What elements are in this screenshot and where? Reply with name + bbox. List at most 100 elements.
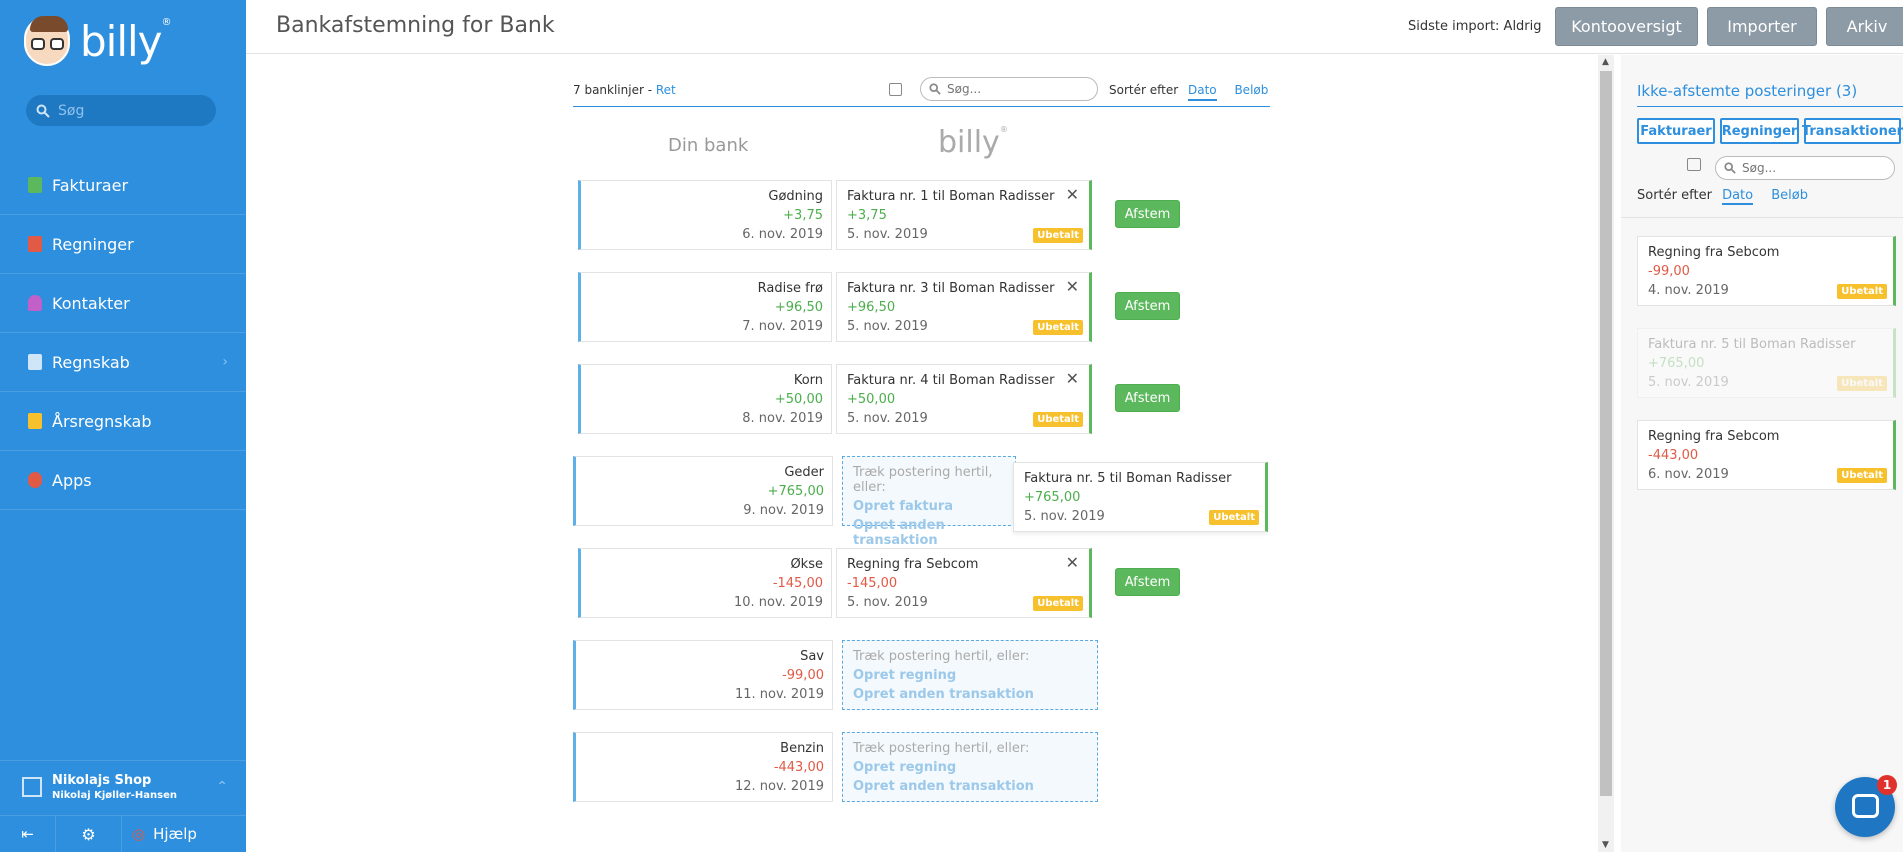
create-invoice-link[interactable]: Opret faktura <box>853 499 1015 514</box>
sidebar-item-label: Regninger <box>52 234 134 254</box>
create-other-transaction-link[interactable]: Opret anden transaktion <box>853 779 1097 794</box>
building-icon <box>22 776 42 797</box>
lifebuoy-icon: ◎ <box>132 825 146 843</box>
close-icon[interactable]: ✕ <box>1066 185 1079 204</box>
billy-column-logo: billy <box>938 125 1000 160</box>
panel-sort-controls: Sortér efter Dato Beløb <box>1637 188 1808 205</box>
filter-fakturaer-button[interactable]: Fakturaer <box>1637 118 1715 144</box>
unreconciled-entry[interactable]: Regning fra Sebcom -443,00 6. nov. 2019 … <box>1637 420 1896 490</box>
logout-button[interactable]: ⇤ <box>0 815 56 852</box>
close-icon[interactable]: ✕ <box>1066 277 1079 296</box>
page-title: Bankafstemning for Bank <box>276 13 555 38</box>
afstem-button[interactable]: Afstem <box>1115 292 1180 320</box>
scroll-down-icon[interactable]: ▼ <box>1602 840 1609 850</box>
filter-icon[interactable] <box>889 83 902 96</box>
sort-date[interactable]: Dato <box>1722 188 1754 205</box>
bank-line-card[interactable]: Benzin -443,00 12. nov. 2019 <box>573 732 833 802</box>
afstem-button[interactable]: Afstem <box>1115 384 1180 412</box>
match-card[interactable]: Faktura nr. 3 til Boman Radisser +96,50 … <box>836 272 1092 342</box>
company-name: Nikolajs Shop <box>52 772 152 788</box>
bank-line-card[interactable]: Økse -145,00 10. nov. 2019 <box>578 548 832 618</box>
list-search-input[interactable] <box>947 82 1087 96</box>
sidebar-item-arsregnskab[interactable]: Årsregnskab <box>0 392 246 451</box>
sidebar-item-fakturaer[interactable]: Fakturaer <box>0 156 246 215</box>
create-bill-link[interactable]: Opret regning <box>853 668 1097 683</box>
importer-button[interactable]: Importer <box>1707 7 1817 46</box>
drop-zone[interactable]: Træk postering hertil, eller: Opret fakt… <box>842 456 1016 548</box>
bank-line-card[interactable]: Radise frø +96,50 7. nov. 2019 <box>578 272 832 342</box>
status-badge: Ubetalt <box>1033 596 1083 611</box>
help-button[interactable]: ◎ Hjælp <box>122 816 246 852</box>
panel-search[interactable] <box>1715 156 1895 180</box>
list-search[interactable] <box>920 77 1098 101</box>
panel-search-input[interactable] <box>1742 161 1882 175</box>
match-amount: +50,00 <box>847 392 896 407</box>
match-card[interactable]: Regning fra Sebcom -145,00 5. nov. 2019 … <box>836 548 1092 618</box>
drop-zone[interactable]: Træk postering hertil, eller: Opret regn… <box>842 732 1098 802</box>
bank-line-card[interactable]: Sav -99,00 11. nov. 2019 <box>573 640 833 710</box>
afstem-button[interactable]: Afstem <box>1115 568 1180 596</box>
bank-line-amount: +50,00 <box>774 392 823 407</box>
unreconciled-entry[interactable]: Faktura nr. 5 til Boman Radisser +765,00… <box>1637 328 1896 398</box>
sidebar-search[interactable] <box>26 95 216 126</box>
create-bill-link[interactable]: Opret regning <box>853 760 1097 775</box>
kontooversigt-button[interactable]: Kontooversigt <box>1555 7 1698 46</box>
dragged-entry-card[interactable]: Faktura nr. 5 til Boman Radisser +765,00… <box>1013 462 1268 532</box>
entry-title: Regning fra Sebcom <box>1648 245 1780 260</box>
bank-line-date: 11. nov. 2019 <box>734 687 824 702</box>
filter-transaktioner-button[interactable]: Transaktioner <box>1802 118 1903 144</box>
sort-amount[interactable]: Beløb <box>1771 188 1808 203</box>
bank-line-date: 9. nov. 2019 <box>743 503 824 518</box>
scrollbar-thumb[interactable] <box>1600 71 1612 796</box>
close-icon[interactable]: ✕ <box>1066 553 1079 572</box>
sort-date[interactable]: Dato <box>1187 83 1217 101</box>
bank-line-card[interactable]: Geder +765,00 9. nov. 2019 <box>573 456 833 526</box>
sidebar-nav: Fakturaer Regninger Kontakter Regnskab ›… <box>0 156 246 510</box>
scroll-up-icon[interactable]: ▲ <box>1602 57 1609 67</box>
status-badge: Ubetalt <box>1837 468 1887 483</box>
unreconciled-entry[interactable]: Regning fra Sebcom -99,00 4. nov. 2019 U… <box>1637 236 1896 306</box>
sidebar-item-kontakter[interactable]: Kontakter <box>0 274 246 333</box>
arkiv-button[interactable]: Arkiv <box>1826 7 1903 46</box>
sidebar-item-regnskab[interactable]: Regnskab › <box>0 333 246 392</box>
sidebar-item-apps[interactable]: Apps <box>0 451 246 510</box>
bank-line-amount: +96,50 <box>774 300 823 315</box>
chat-launcher[interactable]: 1 <box>1835 775 1897 837</box>
dragged-entry-amount: +765,00 <box>1024 490 1081 505</box>
sort-label: Sortér efter <box>1109 83 1179 97</box>
drop-zone[interactable]: Træk postering hertil, eller: Opret regn… <box>842 640 1098 710</box>
filter-regninger-button[interactable]: Regninger <box>1720 118 1799 144</box>
match-card[interactable]: Faktura nr. 4 til Boman Radisser +50,00 … <box>836 364 1092 434</box>
column-header-billy: billy® <box>938 125 1008 160</box>
create-other-transaction-link[interactable]: Opret anden transaktion <box>853 687 1097 702</box>
sidebar-item-regninger[interactable]: Regninger <box>0 215 246 274</box>
edit-link[interactable]: Ret <box>656 83 676 97</box>
billy-mascot-icon <box>24 16 70 66</box>
status-badge: Ubetalt <box>1033 320 1083 335</box>
status-badge: Ubetalt <box>1033 412 1083 427</box>
company-switcher[interactable]: Nikolajs Shop Nikolaj Kjøller-Hansen ⌃ <box>0 760 246 812</box>
settings-button[interactable]: ⚙ <box>56 815 122 852</box>
sort-amount[interactable]: Beløb <box>1234 83 1268 99</box>
bank-line-name: Gødning <box>768 189 823 204</box>
match-card[interactable]: Faktura nr. 1 til Boman Radisser +3,75 5… <box>836 180 1092 250</box>
list-toolbar: 7 banklinjer - Ret Sortér efter Dato Bel… <box>573 73 1270 107</box>
afstem-button[interactable]: Afstem <box>1115 200 1180 228</box>
filter-icon[interactable] <box>1687 158 1701 171</box>
search-icon <box>36 104 50 118</box>
sidebar-item-label: Årsregnskab <box>52 411 152 431</box>
search-icon <box>1724 162 1736 174</box>
bank-line-card[interactable]: Gødning +3,75 6. nov. 2019 <box>578 180 832 250</box>
create-other-transaction-link[interactable]: Opret anden transaktion <box>853 518 1015 548</box>
bank-line-amount: -443,00 <box>773 760 824 775</box>
bank-line-card[interactable]: Korn +50,00 8. nov. 2019 <box>578 364 832 434</box>
billy-column-registered-mark: ® <box>999 125 1008 134</box>
close-icon[interactable]: ✕ <box>1066 369 1079 388</box>
bank-line-amount: +765,00 <box>767 484 824 499</box>
help-label: Hjælp <box>153 825 197 843</box>
billy-logo[interactable]: billy® <box>24 16 172 66</box>
status-badge: Ubetalt <box>1837 376 1887 391</box>
bank-line-name: Korn <box>793 373 823 388</box>
sidebar-search-input[interactable] <box>58 102 208 119</box>
main-scrollbar[interactable]: ▲ ▼ <box>1598 55 1614 852</box>
